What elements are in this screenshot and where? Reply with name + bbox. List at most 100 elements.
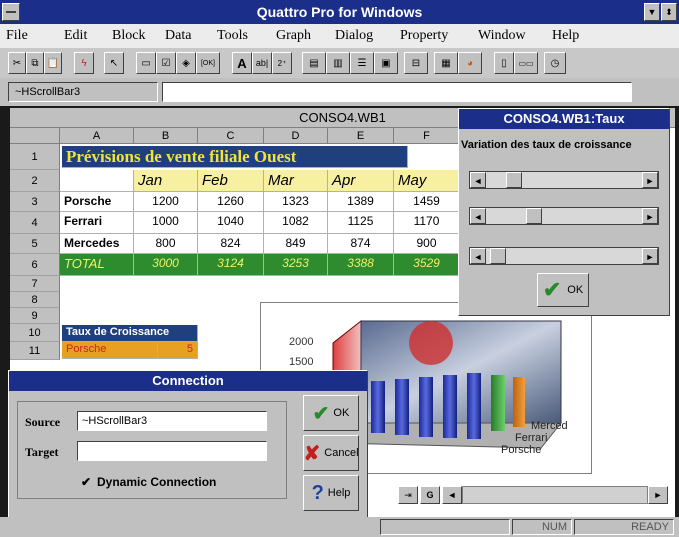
total-cell[interactable]: 3124 (198, 254, 264, 276)
scroll-right-icon[interactable]: ► (642, 172, 658, 188)
row-header-9[interactable]: 9 (10, 308, 60, 324)
growth-scrollbar-ferrari[interactable]: ◄ ► (469, 207, 659, 225)
data-cell[interactable]: 849 (264, 234, 328, 254)
checkbox-tool-icon[interactable]: ☑ (156, 52, 176, 74)
scroll-right-icon[interactable]: ► (642, 248, 658, 264)
data-cell[interactable]: 1082 (264, 212, 328, 234)
row-header-5[interactable]: 5 (10, 234, 60, 254)
taux-label[interactable]: Taux de Croissance (62, 325, 198, 342)
row-header-6[interactable]: 6 (10, 254, 60, 276)
data-cell[interactable]: 1323 (264, 192, 328, 212)
scroll-right-icon[interactable]: ► (642, 208, 658, 224)
col-header-b[interactable]: B (134, 128, 198, 144)
growth-scrollbar-mercedes[interactable]: ◄ ► (469, 247, 659, 265)
lightning-icon[interactable]: ϟ (74, 52, 94, 74)
radio-tool-icon[interactable]: ◈ (176, 52, 196, 74)
paste-icon[interactable]: 📋 (44, 52, 62, 74)
data-cell[interactable]: 1260 (198, 192, 264, 212)
row-header-3[interactable]: 3 (10, 192, 60, 212)
maximize-icon[interactable]: ⬍ (661, 3, 677, 21)
corner-header[interactable] (10, 128, 60, 144)
scroll-thumb[interactable] (490, 248, 506, 264)
menu-file[interactable]: File (6, 28, 28, 44)
rectangle-tool-icon[interactable]: ▭ (136, 52, 156, 74)
col-header-c[interactable]: C (198, 128, 264, 144)
edit-field-tool-icon[interactable]: ab| (252, 52, 272, 74)
list-tool-icon[interactable]: ▤ (302, 52, 326, 74)
row-header-2[interactable]: 2 (10, 170, 60, 192)
menu-window[interactable]: Window (478, 28, 526, 44)
col-header-d[interactable]: D (264, 128, 328, 144)
scroll-left-icon[interactable]: ◄ (470, 208, 486, 224)
col-header-f[interactable]: F (394, 128, 460, 144)
row-header-4[interactable]: 4 (10, 212, 60, 234)
text-tool-icon[interactable]: A (232, 52, 252, 74)
minimize-icon[interactable]: ▼ (644, 3, 660, 21)
data-cell[interactable]: 874 (328, 234, 394, 254)
scroll-thumb[interactable] (506, 172, 522, 188)
scroll-left-icon[interactable]: ◄ (470, 172, 486, 188)
color-tool-icon[interactable]: ◕ (458, 52, 482, 74)
scroll-thumb[interactable] (526, 208, 542, 224)
month-header[interactable]: Mar (264, 170, 328, 192)
data-cell[interactable]: 824 (198, 234, 264, 254)
row-header-10[interactable]: 10 (10, 324, 60, 342)
row-header-11[interactable]: 11 (10, 342, 60, 360)
taux-porsche-value[interactable]: 5 (158, 342, 198, 359)
total-cell[interactable]: 3529 (394, 254, 460, 276)
bitmap-tool-icon[interactable]: ▦ (434, 52, 458, 74)
scroll-left-icon[interactable]: ◄ (470, 248, 486, 264)
dynamic-connection-label[interactable]: Dynamic Connection (97, 475, 216, 489)
row-header-1[interactable]: 1 (10, 144, 60, 170)
month-header[interactable]: May (394, 170, 460, 192)
ok-button-tool-icon[interactable]: [OK] (196, 52, 220, 74)
row-header-8[interactable]: 8 (10, 292, 60, 308)
col-header-e[interactable]: E (328, 128, 394, 144)
data-cell[interactable]: 1459 (394, 192, 460, 212)
menu-dialog[interactable]: Dialog (335, 28, 373, 44)
row-label-porsche[interactable]: Porsche (60, 192, 134, 212)
copy-icon[interactable]: ⧉ (26, 52, 44, 74)
growth-scrollbar-porsche[interactable]: ◄ ► (469, 171, 659, 189)
menu-graph[interactable]: Graph (276, 28, 311, 44)
menu-edit[interactable]: Edit (64, 28, 87, 44)
sheet-hscrollbar[interactable] (462, 486, 648, 504)
month-header[interactable]: Feb (198, 170, 264, 192)
row-label-mercedes[interactable]: Mercedes (60, 234, 134, 254)
combo-tool-icon[interactable]: ▥ (326, 52, 350, 74)
spin-tool-icon[interactable]: 2⁺ (272, 52, 292, 74)
cell-a2[interactable] (60, 170, 134, 192)
total-cell[interactable]: 3253 (264, 254, 328, 276)
month-header[interactable]: Jan (134, 170, 198, 192)
tab-nav-first-icon[interactable]: ⇥ (398, 486, 418, 504)
hscroll-tool-icon[interactable]: ▭▭ (514, 52, 538, 74)
data-cell[interactable]: 1389 (328, 192, 394, 212)
connection-help-button[interactable]: ? Help (303, 475, 359, 511)
row-label-ferrari[interactable]: Ferrari (60, 212, 134, 234)
data-cell[interactable]: 1200 (134, 192, 198, 212)
menu-help[interactable]: Help (552, 28, 579, 44)
pointer-icon[interactable]: ↖ (104, 52, 124, 74)
timer-tool-icon[interactable]: ◷ (544, 52, 566, 74)
row-header-7[interactable]: 7 (10, 276, 60, 292)
data-cell[interactable]: 1040 (198, 212, 264, 234)
hscroll-right-icon[interactable]: ► (648, 486, 668, 504)
scroll-tool-icon[interactable]: ⊟ (404, 52, 428, 74)
menu-tools[interactable]: Tools (217, 28, 248, 44)
connection-ok-button[interactable]: ✔ OK (303, 395, 359, 431)
system-menu-icon[interactable] (2, 3, 20, 21)
data-cell[interactable]: 1000 (134, 212, 198, 234)
pick-list-tool-icon[interactable]: ☰ (350, 52, 374, 74)
sheet-heading[interactable]: Prévisions de vente filiale Ouest (62, 146, 408, 168)
vscroll-tool-icon[interactable]: ▯ (494, 52, 514, 74)
source-field[interactable]: ~HScrollBar3 (77, 411, 267, 431)
cell-name-box[interactable]: ~HScrollBar3 (8, 82, 158, 102)
total-cell[interactable]: 3000 (134, 254, 198, 276)
input-field[interactable] (162, 82, 632, 102)
dynamic-checkbox-icon[interactable]: ✔ (81, 475, 91, 489)
tab-nav-g-icon[interactable]: G (420, 486, 440, 504)
month-header[interactable]: Apr (328, 170, 394, 192)
row-label-total[interactable]: TOTAL (60, 254, 134, 276)
connection-cancel-button[interactable]: ✘ Cancel (303, 435, 359, 471)
data-cell[interactable]: 1170 (394, 212, 460, 234)
